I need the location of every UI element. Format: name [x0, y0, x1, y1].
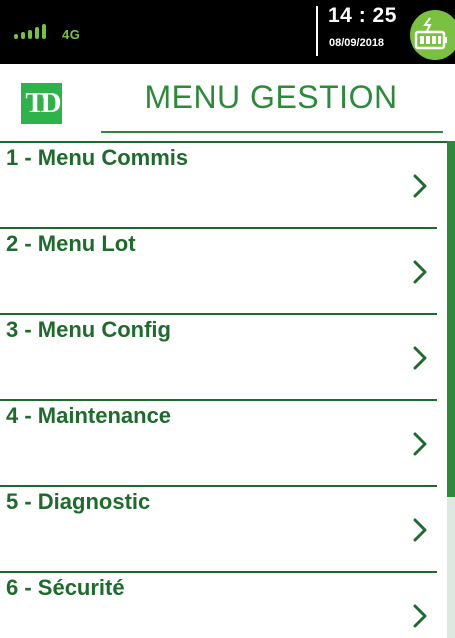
- menu-item-label: 4 - Maintenance: [6, 403, 172, 428]
- td-logo-text: TD: [25, 87, 61, 119]
- menu-item-label: 1 - Menu Commis: [6, 145, 189, 170]
- menu-item-label: 6 - Sécurité: [6, 575, 125, 600]
- menu-item-diagnostic[interactable]: 5 - Diagnostic: [0, 487, 437, 573]
- signal-bars-icon: [14, 24, 46, 39]
- menu-item-securite[interactable]: 6 - Sécurité: [0, 573, 437, 638]
- title-underline: [101, 131, 443, 133]
- chevron-right-icon: [413, 174, 427, 198]
- menu-list: 1 - Menu Commis 2 - Menu Lot 3 - Menu Co…: [0, 141, 455, 638]
- network-type: 4G: [62, 27, 81, 42]
- chevron-right-icon: [413, 604, 427, 628]
- chevron-right-icon: [413, 518, 427, 542]
- td-logo: TD: [21, 83, 62, 124]
- menu-item-lot[interactable]: 2 - Menu Lot: [0, 229, 437, 315]
- status-bar: 4G 14 : 25 08/09/2018: [0, 0, 455, 64]
- menu-item-commis[interactable]: 1 - Menu Commis: [0, 143, 437, 229]
- page-title: MENU GESTION: [144, 79, 398, 115]
- clock-time: 14 : 25: [328, 4, 397, 27]
- chevron-right-icon: [413, 346, 427, 370]
- menu-scrollbar[interactable]: [447, 141, 455, 638]
- menu-item-label: 2 - Menu Lot: [6, 231, 136, 256]
- menu-item-label: 5 - Diagnostic: [6, 489, 151, 514]
- page-header: TD MENU GESTION: [0, 64, 455, 141]
- status-divider: [316, 6, 318, 56]
- chevron-right-icon: [413, 432, 427, 456]
- menu-item-label: 3 - Menu Config: [6, 317, 171, 342]
- clock-date: 08/09/2018: [329, 37, 385, 49]
- scrollbar-thumb[interactable]: [447, 141, 455, 497]
- terminal-screen: 4G 14 : 25 08/09/2018 TD MENU GESTION 1 …: [0, 0, 455, 638]
- chevron-right-icon: [413, 260, 427, 284]
- menu-item-maintenance[interactable]: 4 - Maintenance: [0, 401, 437, 487]
- battery-charging-icon: [410, 10, 455, 60]
- menu-item-config[interactable]: 3 - Menu Config: [0, 315, 437, 401]
